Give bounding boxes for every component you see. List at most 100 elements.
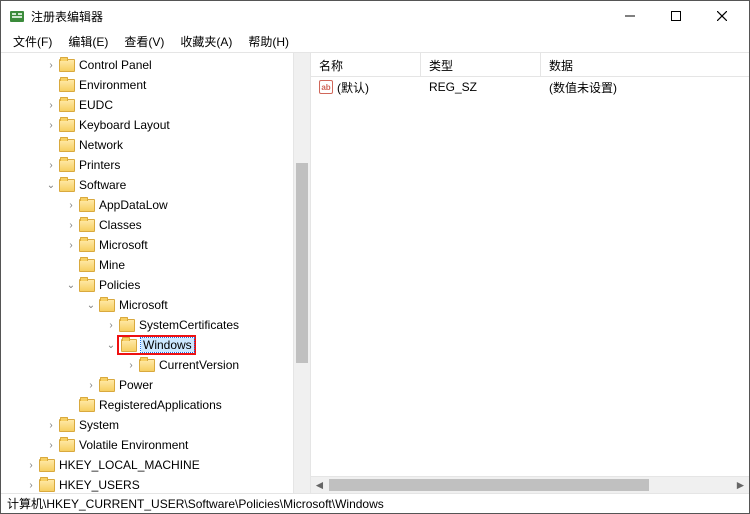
tree-item-environment[interactable]: Environment xyxy=(1,75,293,95)
tree-view[interactable]: › Control Panel Environment ›EUDC ›Keyboa… xyxy=(1,53,293,493)
tree-item-current-version[interactable]: › CurrentVersion xyxy=(1,355,293,375)
chevron-down-icon[interactable]: ⌄ xyxy=(85,300,97,311)
list-header: 名称 类型 数据 xyxy=(311,53,749,77)
tree-label: CurrentVersion xyxy=(159,358,239,372)
folder-icon xyxy=(59,159,75,172)
folder-icon xyxy=(79,279,95,292)
tree-item-volatile-environment[interactable]: › Volatile Environment xyxy=(1,435,293,455)
folder-icon xyxy=(139,359,155,372)
folder-icon xyxy=(121,339,137,352)
folder-icon xyxy=(99,299,115,312)
maximize-button[interactable] xyxy=(653,1,699,31)
folder-icon xyxy=(79,399,95,412)
folder-icon xyxy=(79,259,95,272)
scrollbar-thumb[interactable] xyxy=(296,163,308,363)
chevron-down-icon[interactable]: ⌄ xyxy=(45,180,57,191)
chevron-right-icon[interactable]: › xyxy=(65,200,77,211)
chevron-right-icon[interactable]: › xyxy=(125,360,137,371)
chevron-down-icon[interactable]: ⌄ xyxy=(105,340,117,351)
menu-help[interactable]: 帮助(H) xyxy=(240,31,297,52)
tree-item-appdatalow[interactable]: ›AppDataLow xyxy=(1,195,293,215)
cell-data: (数值未设置) xyxy=(541,79,749,96)
chevron-right-icon[interactable]: › xyxy=(85,380,97,391)
tree-label: Mine xyxy=(99,258,125,272)
folder-icon xyxy=(39,479,55,492)
close-button[interactable] xyxy=(699,1,745,31)
menubar: 文件(F) 编辑(E) 查看(V) 收藏夹(A) 帮助(H) xyxy=(1,31,749,53)
tree-item-printers[interactable]: ›Printers xyxy=(1,155,293,175)
tree-item-policies[interactable]: ⌄Policies xyxy=(1,275,293,295)
tree-item-keyboard-layout[interactable]: ›Keyboard Layout xyxy=(1,115,293,135)
folder-icon xyxy=(39,459,55,472)
tree-label: Volatile Environment xyxy=(79,438,188,452)
tree-item-control-panel[interactable]: › Control Panel xyxy=(1,55,293,75)
chevron-right-icon[interactable]: › xyxy=(45,440,57,451)
tree-label: SystemCertificates xyxy=(139,318,239,332)
list-scrollbar-horizontal[interactable]: ◄ ► xyxy=(311,476,749,493)
tree-item-eudc[interactable]: ›EUDC xyxy=(1,95,293,115)
folder-icon xyxy=(119,319,135,332)
tree-item-network[interactable]: Network xyxy=(1,135,293,155)
tree-label: Microsoft xyxy=(119,298,168,312)
chevron-right-icon[interactable]: › xyxy=(45,120,57,131)
tree-item-microsoft[interactable]: › Microsoft xyxy=(1,235,293,255)
scroll-right-icon[interactable]: ► xyxy=(732,477,749,493)
menu-favorites[interactable]: 收藏夹(A) xyxy=(172,31,240,52)
cell-name: ab (默认) xyxy=(311,79,421,96)
chevron-right-icon[interactable]: › xyxy=(25,460,37,471)
menu-view[interactable]: 查看(V) xyxy=(116,31,172,52)
column-header-type[interactable]: 类型 xyxy=(421,53,541,76)
tree-item-system-certificates[interactable]: › SystemCertificates xyxy=(1,315,293,335)
tree-label: RegisteredApplications xyxy=(99,398,222,412)
cell-type: REG_SZ xyxy=(421,80,541,94)
scrollbar-thumb[interactable] xyxy=(329,479,649,491)
column-header-data[interactable]: 数据 xyxy=(541,53,749,76)
list-row[interactable]: ab (默认) REG_SZ (数值未设置) xyxy=(311,77,749,97)
window-controls xyxy=(607,1,745,31)
status-path: 计算机\HKEY_CURRENT_USER\Software\Policies\… xyxy=(7,495,384,512)
chevron-right-icon[interactable]: › xyxy=(45,420,57,431)
menu-file[interactable]: 文件(F) xyxy=(5,31,60,52)
chevron-right-icon[interactable]: › xyxy=(65,220,77,231)
tree-item-mine[interactable]: Mine xyxy=(1,255,293,275)
folder-icon xyxy=(79,239,95,252)
folder-icon xyxy=(59,139,75,152)
minimize-button[interactable] xyxy=(607,1,653,31)
menu-edit[interactable]: 编辑(E) xyxy=(60,31,116,52)
tree-item-registered-applications[interactable]: RegisteredApplications xyxy=(1,395,293,415)
tree-label: Network xyxy=(79,138,123,152)
chevron-right-icon[interactable]: › xyxy=(105,320,117,331)
statusbar: 计算机\HKEY_CURRENT_USER\Software\Policies\… xyxy=(1,493,749,513)
tree-item-power[interactable]: ›Power xyxy=(1,375,293,395)
chevron-right-icon[interactable]: › xyxy=(25,480,37,491)
folder-icon xyxy=(99,379,115,392)
folder-icon xyxy=(79,199,95,212)
column-header-name[interactable]: 名称 xyxy=(311,53,421,76)
tree-item-hku[interactable]: › HKEY_USERS xyxy=(1,475,293,493)
tree-item-classes[interactable]: › Classes xyxy=(1,215,293,235)
chevron-right-icon[interactable]: › xyxy=(45,160,57,171)
content-area: › Control Panel Environment ›EUDC ›Keyboa… xyxy=(1,53,749,493)
tree-label: Control Panel xyxy=(79,58,152,72)
list-body[interactable]: ab (默认) REG_SZ (数值未设置) xyxy=(311,77,749,476)
tree-item-software[interactable]: ⌄Software xyxy=(1,175,293,195)
string-value-icon: ab xyxy=(319,80,333,94)
tree-item-system[interactable]: ›System xyxy=(1,415,293,435)
tree-label: Microsoft xyxy=(99,238,148,252)
tree-item-windows[interactable]: ⌄Windows xyxy=(1,335,293,355)
window-title: 注册表编辑器 xyxy=(31,8,607,25)
chevron-right-icon[interactable]: › xyxy=(65,240,77,251)
tree-item-hklm[interactable]: ›HKEY_LOCAL_MACHINE xyxy=(1,455,293,475)
scroll-left-icon[interactable]: ◄ xyxy=(311,477,328,493)
chevron-right-icon[interactable]: › xyxy=(45,60,57,71)
tree-item-policies-microsoft[interactable]: ⌄ Microsoft xyxy=(1,295,293,315)
selection-highlight: Windows xyxy=(117,335,196,355)
folder-icon xyxy=(79,219,95,232)
folder-icon xyxy=(59,419,75,432)
folder-icon xyxy=(59,119,75,132)
tree-label: HKEY_USERS xyxy=(59,478,140,492)
tree-scrollbar-vertical[interactable] xyxy=(293,53,310,493)
chevron-down-icon[interactable]: ⌄ xyxy=(65,280,77,291)
tree-label: Classes xyxy=(99,218,142,232)
chevron-right-icon[interactable]: › xyxy=(45,100,57,111)
